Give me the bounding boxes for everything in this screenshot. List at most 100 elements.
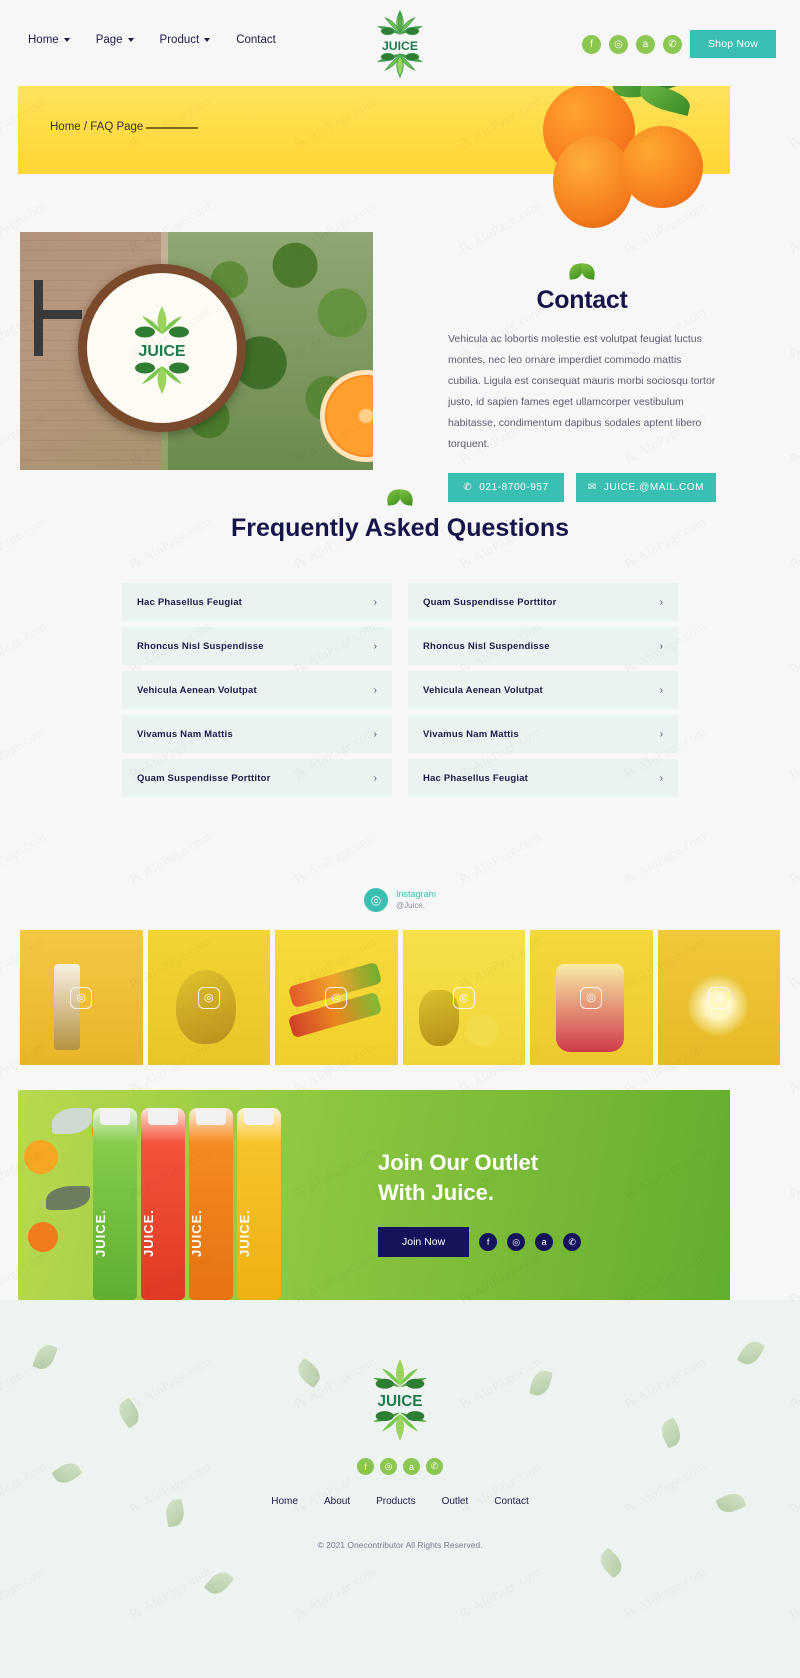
footer-logo[interactable]: JUICE [345, 1354, 455, 1444]
gallery-tile[interactable]: ◎ [275, 930, 398, 1065]
orange-fruit [553, 136, 633, 228]
whatsapp-icon[interactable]: ✆ [426, 1458, 443, 1475]
site-logo[interactable]: JUICE [355, 8, 445, 80]
join-now-button[interactable]: Join Now [378, 1227, 470, 1258]
outlet-heading: Join Our Outlet With Juice. [378, 1148, 698, 1207]
chevron-right-icon: › [659, 728, 663, 740]
watermark: ℞ AloPage.com [457, 828, 544, 887]
amazon-icon[interactable]: a [635, 34, 655, 54]
bottle: JUICE. [141, 1108, 185, 1300]
chevron-right-icon: › [373, 640, 377, 652]
faq-item[interactable]: Rhoncus Nisl Suspendisse › [122, 627, 392, 665]
bottle-cap [100, 1108, 130, 1125]
leaf-decoration [528, 1368, 554, 1398]
page-hero-band: Home / FAQ Page [0, 61, 800, 236]
faq-question: Rhoncus Nisl Suspendisse [423, 640, 550, 652]
chevron-right-icon: › [659, 684, 663, 696]
faq-item[interactable]: Hac Phasellus Feugiat › [408, 759, 678, 797]
faq-item[interactable]: Hac Phasellus Feugiat › [122, 583, 392, 621]
faq-item[interactable]: Vehicula Aenean Volutpat › [408, 671, 678, 709]
footer-nav-contact[interactable]: Contact [494, 1496, 528, 1507]
bottle-lineup: JUICE. JUICE. JUICE. JUICE. [93, 1108, 313, 1300]
leaf-decoration [736, 1337, 766, 1369]
icon-glyph: ◎ [384, 1461, 393, 1471]
whatsapp-icon[interactable]: ✆ [563, 1233, 582, 1252]
leaf-decoration [637, 82, 693, 116]
footer-nav-products[interactable]: Products [376, 1496, 415, 1507]
watermark: ℞ AloPage.com [622, 828, 709, 887]
leaf-icon [569, 264, 595, 280]
gallery-tile[interactable]: ◎ [402, 930, 525, 1065]
nav-item-home[interactable]: Home [28, 34, 70, 46]
faq-item[interactable]: Vivamus Nam Mattis › [122, 715, 392, 753]
gallery-tile[interactable]: ◎ [530, 930, 653, 1065]
copyright-text: © 2021 Onecontributor All Rights Reserve… [317, 1540, 483, 1550]
instagram-icon[interactable]: ◎ [608, 34, 628, 54]
chevron-down-icon [127, 38, 134, 42]
logo-wordmark: JUICE [382, 39, 418, 53]
faq-item[interactable]: Vivamus Nam Mattis › [408, 715, 678, 753]
facebook-icon[interactable]: f [581, 34, 601, 54]
instagram-header[interactable]: ◎ Instagram @Juice. [0, 888, 800, 912]
footer-nav-about[interactable]: About [324, 1496, 350, 1507]
faq-question: Vehicula Aenean Volutpat [137, 684, 257, 696]
bottle-cap [244, 1108, 274, 1125]
juice-leaf-emblem-icon: JUICE [135, 306, 189, 394]
faq-question: Rhoncus Nisl Suspendisse [137, 640, 264, 652]
juice-leaf-emblem-icon: JUICE [376, 9, 424, 79]
amazon-icon[interactable]: a [535, 1233, 554, 1252]
instagram-handle: @Juice. [395, 900, 426, 910]
faq-question: Quam Suspendisse Porttitor [137, 772, 271, 784]
page-title: Contact [536, 286, 628, 314]
instagram-icon: ◎ [580, 986, 603, 1009]
outlet-heading-line1: Join Our Outlet [378, 1150, 539, 1175]
instagram-icon[interactable]: ◎ [363, 888, 388, 912]
amazon-icon[interactable]: a [403, 1458, 420, 1475]
main-navigation: Home Page Product Contact [28, 34, 276, 46]
gallery-tile[interactable]: ◎ [657, 930, 780, 1065]
instagram-icon[interactable]: ◎ [507, 1233, 526, 1252]
svg-text:JUICE: JUICE [138, 343, 185, 360]
nav-item-contact[interactable]: Contact [236, 34, 276, 46]
instagram-icon[interactable]: ◎ [380, 1458, 397, 1475]
gallery-tile[interactable]: ◎ [147, 930, 270, 1065]
watermark: ℞ AloPage.com [292, 828, 379, 887]
chevron-right-icon: › [373, 684, 377, 696]
sign-bracket [34, 310, 82, 319]
faq-item[interactable]: Quam Suspendisse Porttitor › [122, 759, 392, 797]
footer-nav-home[interactable]: Home [271, 1496, 298, 1507]
leaf-decoration [293, 1357, 325, 1389]
bottle-label: JUICE. [237, 1209, 252, 1257]
leaf-decoration [203, 1567, 235, 1599]
faq-item[interactable]: Rhoncus Nisl Suspendisse › [408, 627, 678, 665]
nav-item-page[interactable]: Page [96, 34, 134, 46]
leaf-decoration [46, 1186, 90, 1210]
breadcrumb-rule [146, 127, 198, 129]
lemon [464, 1014, 499, 1046]
instagram-icon: ◎ [452, 986, 475, 1009]
facebook-icon[interactable]: f [357, 1458, 374, 1475]
chevron-right-icon: › [659, 772, 663, 784]
facebook-icon[interactable]: f [479, 1233, 498, 1252]
site-footer: JUICE f ◎ a ✆ Home About Products Outlet… [0, 1300, 800, 1678]
instagram-gallery: ◎ ◎ ◎ ◎ ◎ ◎ [20, 930, 780, 1065]
faq-item[interactable]: Quam Suspendisse Porttitor › [408, 583, 678, 621]
faq-question: Vehicula Aenean Volutpat [423, 684, 543, 696]
watermark: ℞ AloPage.com [787, 1038, 800, 1097]
icon-glyph: ◎ [512, 1236, 521, 1247]
shop-now-button[interactable]: Shop Now [689, 30, 776, 58]
nav-label: Contact [236, 34, 276, 46]
nav-item-product[interactable]: Product [160, 34, 211, 46]
gallery-tile[interactable]: ◎ [20, 930, 143, 1065]
leaf-decoration [114, 1397, 144, 1429]
instagram-icon: ◎ [325, 986, 348, 1009]
leaf-decoration [595, 1547, 627, 1579]
whatsapp-icon[interactable]: ✆ [662, 34, 682, 54]
icon-glyph: a [642, 38, 649, 50]
footer-nav-outlet[interactable]: Outlet [442, 1496, 469, 1507]
breadcrumb[interactable]: Home / FAQ Page [50, 121, 143, 133]
bottle-cap [148, 1108, 178, 1125]
leaf-decoration [715, 1489, 747, 1517]
faq-item[interactable]: Vehicula Aenean Volutpat › [122, 671, 392, 709]
watermark: ℞ AloPage.com [127, 828, 214, 887]
